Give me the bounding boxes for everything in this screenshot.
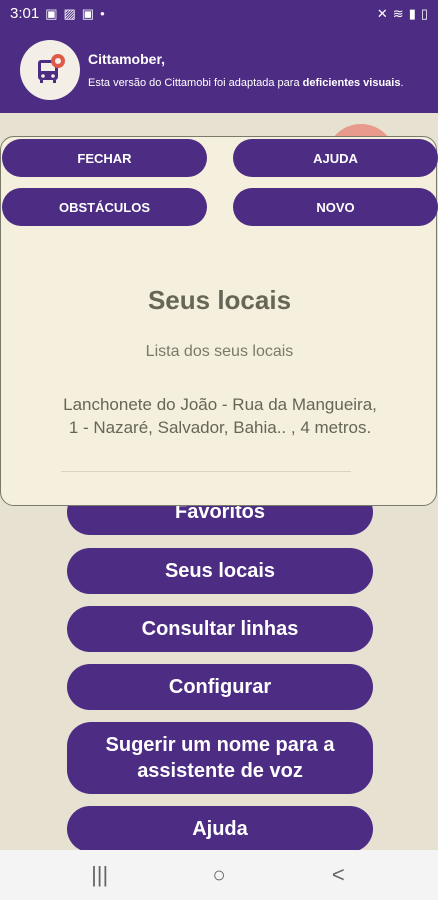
consultar-linhas-button[interactable]: Consultar linhas [67, 606, 373, 652]
status-time: 3:01 [10, 5, 40, 22]
dialog-title: Seus locais [147, 285, 292, 315]
battery-icon: ▯ [420, 5, 428, 21]
system-nav-bar: ||| ○ < [0, 850, 438, 900]
banner-message: Esta versão do Cittamobi foi adaptada pa… [88, 76, 404, 89]
gallery-icon: ▣ [81, 5, 95, 21]
mute-icon: ✕ [376, 5, 388, 21]
configurar-button[interactable]: Configurar [67, 664, 373, 710]
image-icon: ▨ [63, 5, 76, 21]
ajuda-menu-button[interactable]: Ajuda [67, 806, 373, 852]
home-icon[interactable]: ○ [199, 862, 239, 888]
accessibility-banner: Cittamober, Esta versão do Cittamobi foi… [0, 27, 438, 113]
gallery-icon: ▣ [45, 5, 58, 21]
seus-locais-dialog: FECHAR AJUDA OBSTÁCULOS NOVO Seus locais… [0, 136, 438, 506]
bus-icon [38, 54, 65, 83]
location-list-item[interactable]: Lanchonete do João - Rua da Mangueira, 1… [61, 393, 379, 439]
wifi-icon: ≋ [392, 5, 404, 21]
fechar-button[interactable]: FECHAR [2, 139, 207, 177]
sugerir-nome-button[interactable]: Sugerir um nome para a assistente de voz [67, 722, 373, 794]
obstaculos-button[interactable]: OBSTÁCULOS [2, 188, 207, 226]
status-bar: 3:01 ▣ ▨ ▣ • ✕ ≋ ▮ ▯ [0, 0, 438, 27]
dot-icon: • [100, 6, 105, 21]
ajuda-button[interactable]: AJUDA [233, 139, 438, 177]
dialog-subtitle: Lista dos seus locais [145, 343, 294, 360]
app-logo [20, 40, 80, 100]
banner-title: Cittamober, [88, 50, 166, 67]
novo-button[interactable]: NOVO [233, 188, 438, 226]
divider [61, 471, 351, 472]
signal-icon: ▮ [408, 5, 416, 21]
recent-apps-icon[interactable]: ||| [80, 862, 120, 888]
seus-locais-button[interactable]: Seus locais [67, 548, 373, 594]
back-icon[interactable]: < [318, 862, 358, 888]
